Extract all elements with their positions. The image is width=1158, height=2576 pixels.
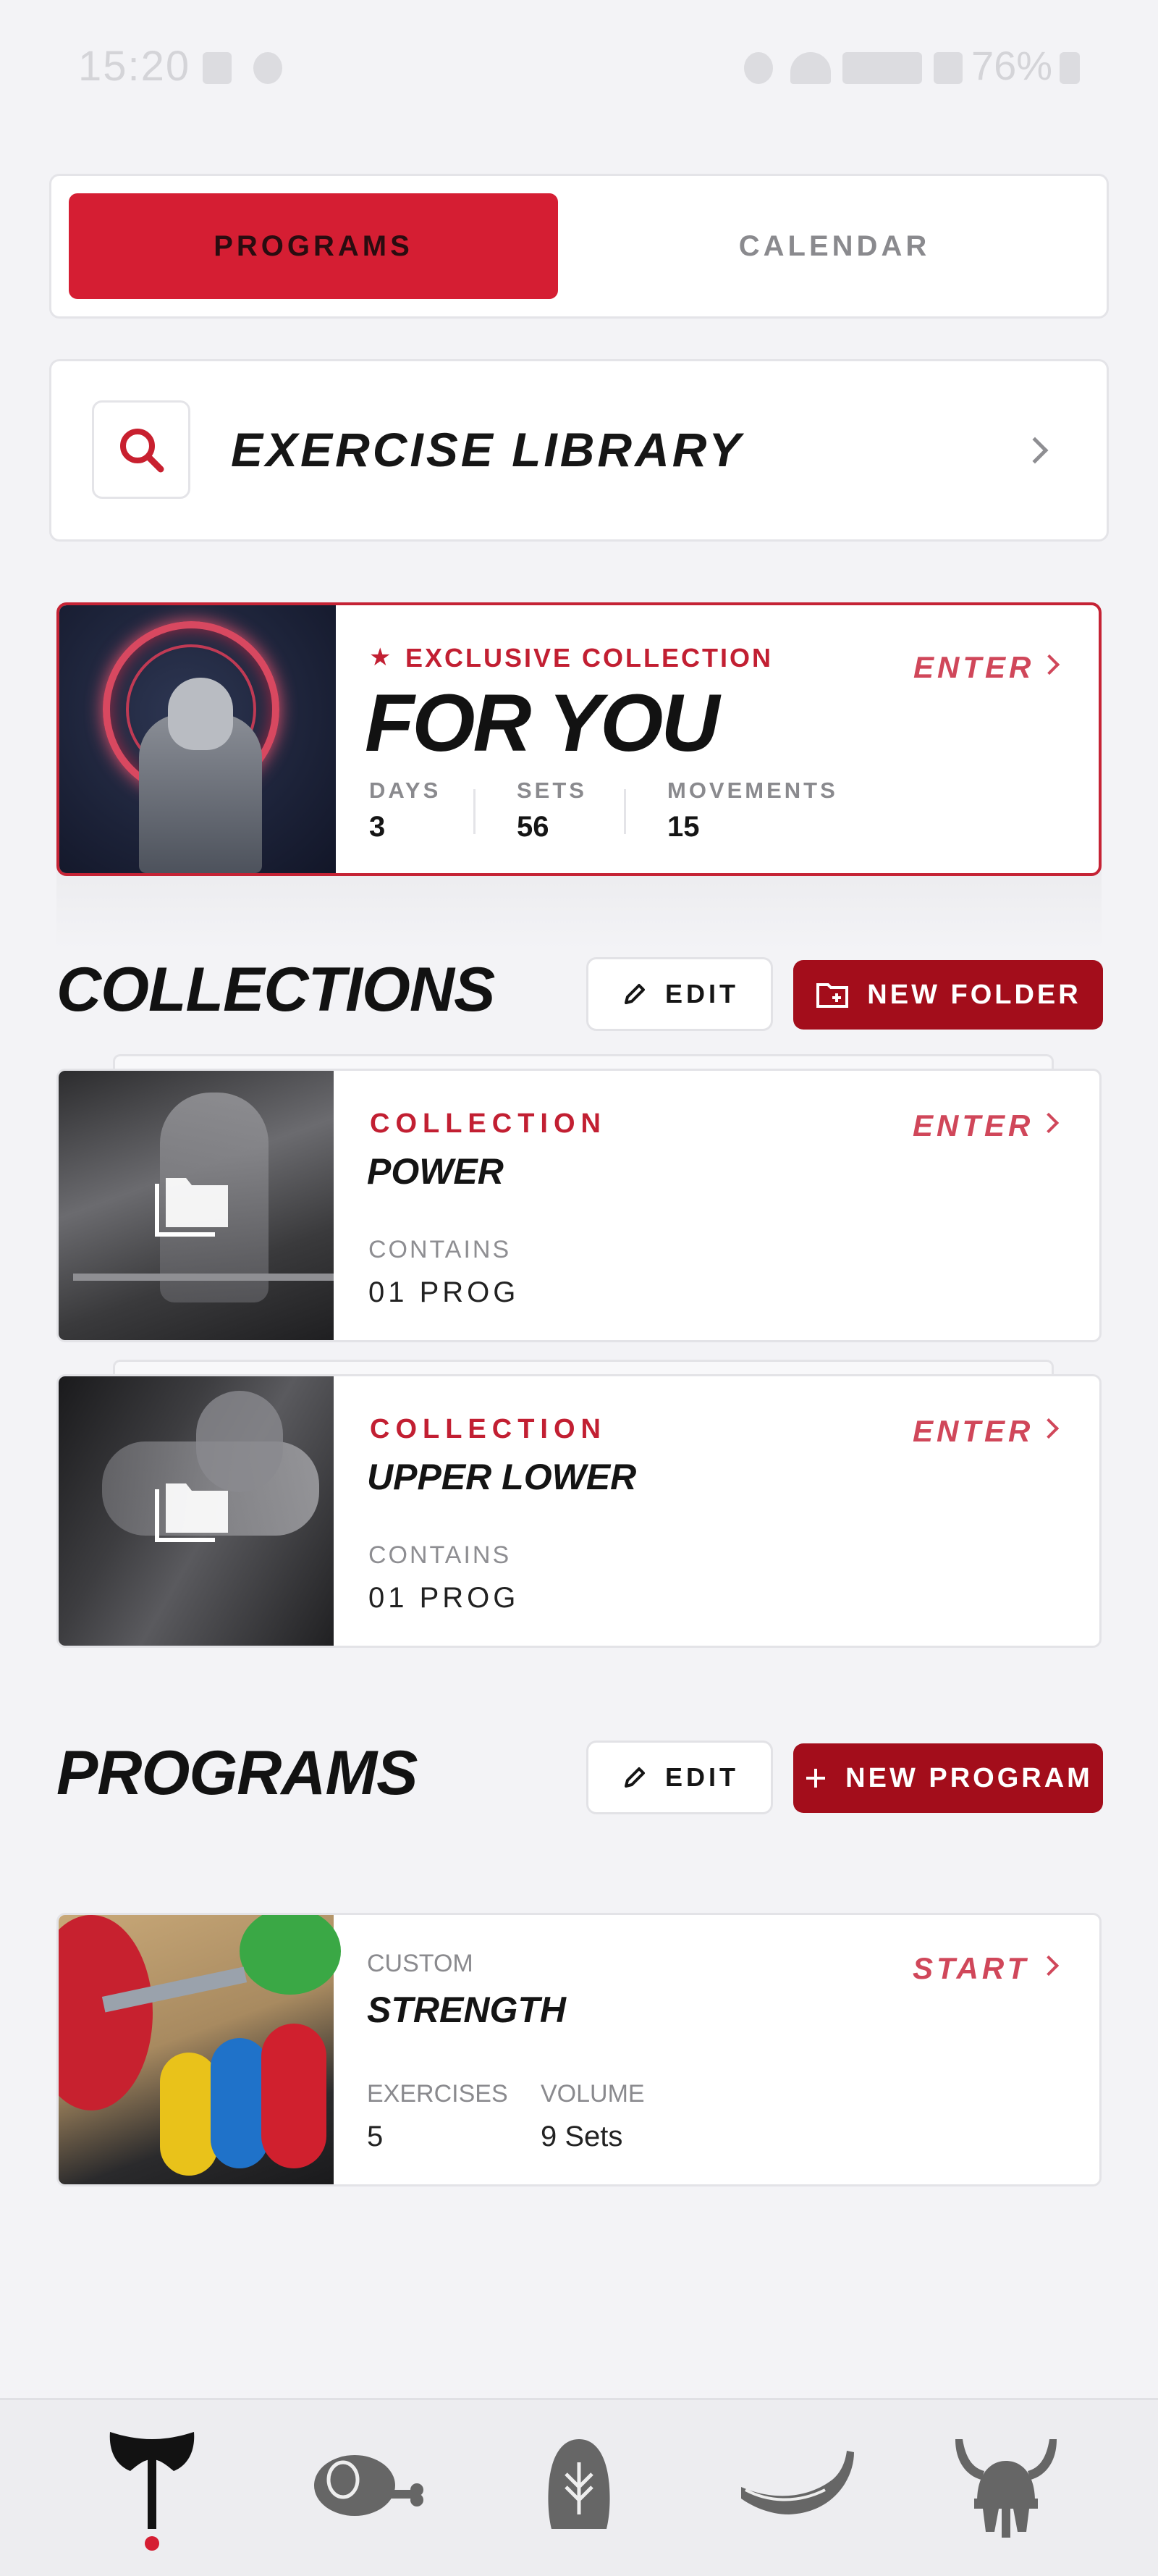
pencil-icon	[624, 984, 645, 1004]
athlete-head-silhouette	[196, 1391, 283, 1492]
program-kicker: CUSTOM	[367, 1950, 473, 1977]
contains-value: 01 PROG	[368, 1582, 520, 1614]
new-program-label: NEW PROGRAM	[845, 1762, 1093, 1793]
bottom-navigation	[0, 2398, 1158, 2576]
collections-heading: COLLECTIONS	[56, 955, 495, 1024]
status-time: 15:20	[78, 43, 191, 90]
barbell-shape	[73, 1274, 334, 1281]
collection-enter-label[interactable]: ENTER	[913, 1108, 1034, 1143]
collections-edit-button[interactable]: EDIT	[586, 957, 773, 1031]
new-folder-button[interactable]: NEW FOLDER	[793, 960, 1103, 1030]
featured-title: FOR YOU	[365, 678, 719, 768]
collection-kicker: COLLECTION	[370, 1414, 607, 1444]
new-program-button[interactable]: NEW PROGRAM	[793, 1743, 1103, 1813]
battery-icon	[1060, 52, 1080, 84]
wifi-icon	[790, 52, 831, 84]
exercise-library-title: EXERCISE LIBRARY	[231, 423, 744, 476]
power-cover-image	[59, 1071, 334, 1340]
programs-edit-button[interactable]: EDIT	[586, 1741, 773, 1814]
stat-days-value: 3	[369, 811, 386, 843]
volume-value: 9 Sets	[541, 2121, 623, 2152]
viking-helmet-icon	[955, 2439, 1057, 2538]
green-plate-shape	[240, 1915, 341, 1995]
programs-edit-label: EDIT	[664, 1762, 739, 1792]
stat-divider	[624, 789, 626, 834]
hd-signal-icon	[842, 52, 922, 84]
collection-kicker: COLLECTION	[370, 1108, 607, 1139]
exercises-value: 5	[367, 2121, 384, 2152]
featured-card-shadow	[56, 869, 1102, 950]
tab-calendar[interactable]: CALENDAR	[581, 193, 1088, 299]
program-start-label[interactable]: START	[913, 1951, 1029, 1986]
featured-kicker: EXCLUSIVE COLLECTION	[405, 643, 774, 673]
drinking-horn-icon	[741, 2451, 854, 2514]
exercises-label: EXERCISES	[367, 2080, 508, 2108]
exercise-library-row[interactable]: EXERCISE LIBRARY	[49, 359, 1109, 542]
status-bar: 15:20 76%	[0, 0, 1158, 138]
alarm-icon	[744, 52, 773, 84]
programs-heading: PROGRAMS	[56, 1738, 418, 1808]
active-indicator-dot	[145, 2536, 159, 2551]
collection-card-power[interactable]: COLLECTION POWER ENTER CONTAINS 01 PROG	[56, 1069, 1102, 1342]
contains-label: CONTAINS	[368, 1541, 512, 1569]
collection-title: POWER	[367, 1151, 504, 1192]
stat-sets-label: SETS	[517, 778, 587, 803]
volume-label: VOLUME	[541, 2080, 645, 2108]
collection-card-upper-lower[interactable]: COLLECTION UPPER LOWER ENTER CONTAINS 01…	[56, 1374, 1102, 1648]
ham-icon	[314, 2455, 423, 2516]
program-card-strength[interactable]: CUSTOM STRENGTH START EXERCISES 5 VOLUME…	[56, 1913, 1102, 2186]
red-small-plate-shape	[261, 2024, 326, 2168]
chevron-right-icon	[1038, 1955, 1060, 1977]
chevron-right-icon	[1038, 1418, 1060, 1439]
folder-icon	[155, 1483, 228, 1542]
rune-stone-icon	[548, 2439, 610, 2529]
chevron-right-icon	[1038, 1112, 1060, 1134]
plus-icon	[806, 1769, 826, 1788]
nav-programs[interactable]	[87, 2429, 217, 2551]
stat-sets-value: 56	[517, 811, 549, 843]
viking-artwork-image	[59, 605, 336, 873]
view-switcher: PROGRAMS CALENDAR	[49, 174, 1109, 319]
collection-title: UPPER LOWER	[367, 1457, 637, 1497]
strength-cover-image	[59, 1915, 341, 2184]
nav-runes[interactable]	[514, 2429, 644, 2545]
stat-movements-value: 15	[667, 811, 700, 843]
stacked-card-edge	[113, 1360, 1054, 1374]
blue-plate-shape	[211, 2038, 269, 2168]
upper-lower-cover-image	[59, 1376, 334, 1646]
nav-drinks[interactable]	[731, 2429, 861, 2545]
pencil-icon	[624, 1767, 645, 1788]
collections-edit-label: EDIT	[664, 979, 739, 1009]
contains-value: 01 PROG	[368, 1276, 520, 1308]
cell-signal-icon	[934, 52, 963, 84]
warrior-head	[168, 678, 233, 750]
folder-icon	[155, 1178, 228, 1237]
new-folder-label: NEW FOLDER	[867, 979, 1081, 1010]
nav-nutrition[interactable]	[304, 2429, 434, 2545]
chevron-right-icon	[1021, 437, 1049, 464]
new-folder-icon	[816, 983, 849, 1008]
stat-divider	[473, 789, 476, 834]
check-notification-icon	[203, 52, 232, 84]
search-icon	[120, 429, 164, 473]
contains-label: CONTAINS	[368, 1236, 512, 1263]
app-notification-icon	[253, 52, 282, 84]
axe-icon	[109, 2432, 195, 2529]
search-icon-box	[92, 400, 190, 499]
stacked-card-edge	[113, 1054, 1054, 1069]
stat-days-label: DAYS	[369, 778, 441, 803]
star-icon: ★	[369, 644, 392, 671]
battery-percent: 76%	[971, 43, 1053, 88]
yellow-plate-shape	[160, 2053, 218, 2176]
red-plate-shape	[59, 1915, 153, 2110]
collection-enter-label[interactable]: ENTER	[913, 1414, 1034, 1449]
tab-programs[interactable]: PROGRAMS	[69, 193, 558, 299]
stat-movements-label: MOVEMENTS	[667, 778, 838, 803]
nav-profile[interactable]	[941, 2429, 1071, 2545]
featured-collection-card[interactable]: ★ EXCLUSIVE COLLECTION FOR YOU ENTER DAY…	[56, 602, 1102, 876]
chevron-right-icon	[1039, 654, 1060, 675]
program-title: STRENGTH	[367, 1990, 566, 2030]
featured-enter-label[interactable]: ENTER	[913, 650, 1034, 685]
